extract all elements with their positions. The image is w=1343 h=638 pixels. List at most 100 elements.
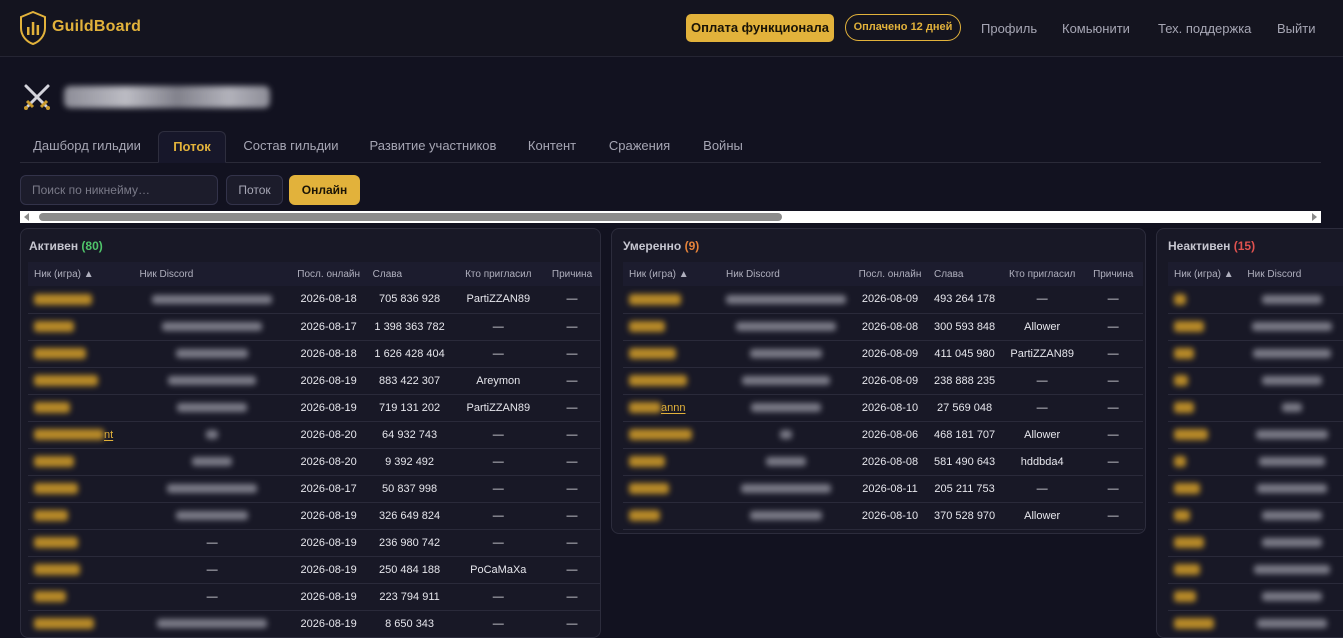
- col-game-nick[interactable]: Ник (игра) ▲: [623, 262, 720, 286]
- cell-game-nick[interactable]: [28, 556, 134, 584]
- scroll-right-arrow-icon[interactable]: [1312, 213, 1317, 221]
- cell-game-nick[interactable]: [28, 529, 134, 557]
- col-last-online[interactable]: Посл. онлайн: [290, 262, 367, 286]
- cell-game-nick[interactable]: [623, 313, 720, 341]
- table-row[interactable]: [1168, 421, 1343, 449]
- cell-game-nick[interactable]: [28, 475, 134, 503]
- table-row[interactable]: [1168, 286, 1343, 314]
- cell-game-nick[interactable]: [28, 286, 134, 314]
- cell-game-nick[interactable]: [1168, 286, 1242, 314]
- table-row[interactable]: —2026-08-19 236 980 742— —: [28, 529, 600, 557]
- col-fame[interactable]: Слава: [366, 262, 453, 286]
- nick-visible-suffix[interactable]: annn: [661, 402, 685, 414]
- cell-game-nick[interactable]: [1168, 313, 1242, 341]
- cell-game-nick[interactable]: [1168, 610, 1242, 637]
- table-row[interactable]: [1168, 475, 1343, 503]
- col-invited-by[interactable]: Кто пригласил: [452, 262, 545, 286]
- nav-profile[interactable]: Профиль: [981, 21, 1037, 36]
- table-row[interactable]: 2026-08-18 705 836 928 PartiZZAN89—: [28, 286, 600, 314]
- col-discord-nick[interactable]: Ник Discord: [1241, 262, 1343, 286]
- cell-game-nick[interactable]: [623, 502, 720, 530]
- cell-game-nick[interactable]: [28, 502, 134, 530]
- table-row[interactable]: 2026-08-19 8 650 343— —: [28, 610, 600, 637]
- scrollbar-thumb[interactable]: [39, 213, 782, 221]
- pay-features-button[interactable]: Оплата функционала: [686, 14, 834, 42]
- table-row[interactable]: [1168, 448, 1343, 476]
- col-reason[interactable]: Причина: [1083, 262, 1144, 286]
- cell-game-nick[interactable]: [1168, 367, 1242, 395]
- tab-flow[interactable]: Поток: [158, 131, 226, 163]
- brand-name[interactable]: GuildBoard: [52, 18, 141, 36]
- cell-game-nick[interactable]: [623, 340, 720, 368]
- table-row[interactable]: —2026-08-19 223 794 911— —: [28, 583, 600, 611]
- col-reason[interactable]: Причина: [544, 262, 600, 286]
- cell-game-nick[interactable]: [1168, 421, 1242, 449]
- cell-game-nick[interactable]: [1168, 448, 1242, 476]
- table-row[interactable]: [1168, 610, 1343, 637]
- table-row[interactable]: 2026-08-19 719 131 202 PartiZZAN89—: [28, 394, 600, 422]
- scroll-left-arrow-icon[interactable]: [24, 213, 29, 221]
- table-row[interactable]: [1168, 583, 1343, 611]
- cell-game-nick[interactable]: [1168, 583, 1242, 611]
- table-row[interactable]: 2026-08-20 9 392 492— —: [28, 448, 600, 476]
- col-discord-nick[interactable]: Ник Discord: [720, 262, 852, 286]
- table-row[interactable]: nt 2026-08-20 64 932 743— —: [28, 421, 600, 449]
- cell-game-nick[interactable]: [28, 367, 134, 395]
- nav-logout[interactable]: Выйти: [1277, 21, 1316, 36]
- tab-guild-dashboard[interactable]: Дашборд гильдии: [26, 131, 148, 163]
- table-row[interactable]: 2026-08-17 50 837 998— —: [28, 475, 600, 503]
- tab-content[interactable]: Контент: [520, 131, 584, 163]
- col-game-nick[interactable]: Ник (игра) ▲: [28, 262, 134, 286]
- table-row[interactable]: 2026-08-11 205 211 753— —: [623, 475, 1144, 503]
- table-row[interactable]: [1168, 394, 1343, 422]
- table-row[interactable]: 2026-08-09 238 888 235— —: [623, 367, 1144, 395]
- tab-member-progress[interactable]: Развитие участников: [362, 131, 504, 163]
- table-row[interactable]: —2026-08-19 250 484 188 PoCaMaXa —: [28, 556, 600, 584]
- cell-game-nick[interactable]: [28, 340, 134, 368]
- cell-game-nick[interactable]: [623, 448, 720, 476]
- cell-game-nick[interactable]: [28, 610, 134, 637]
- cell-game-nick[interactable]: nt: [28, 421, 134, 449]
- guild-shield-logo-icon[interactable]: [20, 11, 46, 45]
- cell-game-nick[interactable]: [623, 286, 720, 314]
- cell-game-nick[interactable]: [1168, 556, 1242, 584]
- col-last-online[interactable]: Посл. онлайн: [852, 262, 928, 286]
- cell-game-nick[interactable]: [623, 475, 720, 503]
- cell-game-nick[interactable]: [623, 367, 720, 395]
- col-fame[interactable]: Слава: [928, 262, 1002, 286]
- table-row[interactable]: 2026-08-19 326 649 824— —: [28, 502, 600, 530]
- tab-battles[interactable]: Сражения: [600, 131, 679, 163]
- table-row[interactable]: 2026-08-06 468 181 707 Allower —: [623, 421, 1144, 449]
- cell-game-nick[interactable]: [28, 448, 134, 476]
- table-row[interactable]: annn 2026-08-10 27 569 048— —: [623, 394, 1144, 422]
- tab-wars[interactable]: Войны: [695, 131, 751, 163]
- nick-visible-suffix[interactable]: nt: [104, 429, 113, 441]
- col-game-nick[interactable]: Ник (игра) ▲: [1168, 262, 1242, 286]
- table-row[interactable]: 2026-08-19 883 422 307 Areymon —: [28, 367, 600, 395]
- table-row[interactable]: 2026-08-08 300 593 848 Allower —: [623, 313, 1144, 341]
- table-row[interactable]: [1168, 367, 1343, 395]
- col-invited-by[interactable]: Кто пригласил: [1001, 262, 1084, 286]
- table-row[interactable]: 2026-08-09 493 264 178— —: [623, 286, 1144, 314]
- table-row[interactable]: [1168, 340, 1343, 368]
- col-discord-nick[interactable]: Ник Discord: [133, 262, 291, 286]
- table-row[interactable]: 2026-08-08 581 490 643 hddbda4—: [623, 448, 1144, 476]
- table-row[interactable]: 2026-08-10 370 528 970 Allower —: [623, 502, 1144, 530]
- table-row[interactable]: 2026-08-09 411 045 980 PartiZZAN89—: [623, 340, 1144, 368]
- cell-game-nick[interactable]: [28, 313, 134, 341]
- tab-guild-roster[interactable]: Состав гильдии: [236, 131, 346, 163]
- cell-game-nick[interactable]: [28, 583, 134, 611]
- cell-game-nick[interactable]: [623, 421, 720, 449]
- nickname-search-input[interactable]: [20, 175, 218, 205]
- nav-community[interactable]: Комьюнити: [1062, 21, 1130, 36]
- cell-game-nick[interactable]: [1168, 394, 1242, 422]
- cell-game-nick[interactable]: [1168, 502, 1242, 530]
- cell-game-nick[interactable]: [1168, 529, 1242, 557]
- cell-game-nick[interactable]: annn: [623, 394, 720, 422]
- flow-filter-button[interactable]: Поток: [226, 175, 283, 205]
- table-row[interactable]: [1168, 529, 1343, 557]
- cell-game-nick[interactable]: [1168, 475, 1242, 503]
- nav-support[interactable]: Тех. поддержка: [1158, 21, 1251, 36]
- table-row[interactable]: [1168, 502, 1343, 530]
- table-row[interactable]: 2026-08-18 1 626 428 404— —: [28, 340, 600, 368]
